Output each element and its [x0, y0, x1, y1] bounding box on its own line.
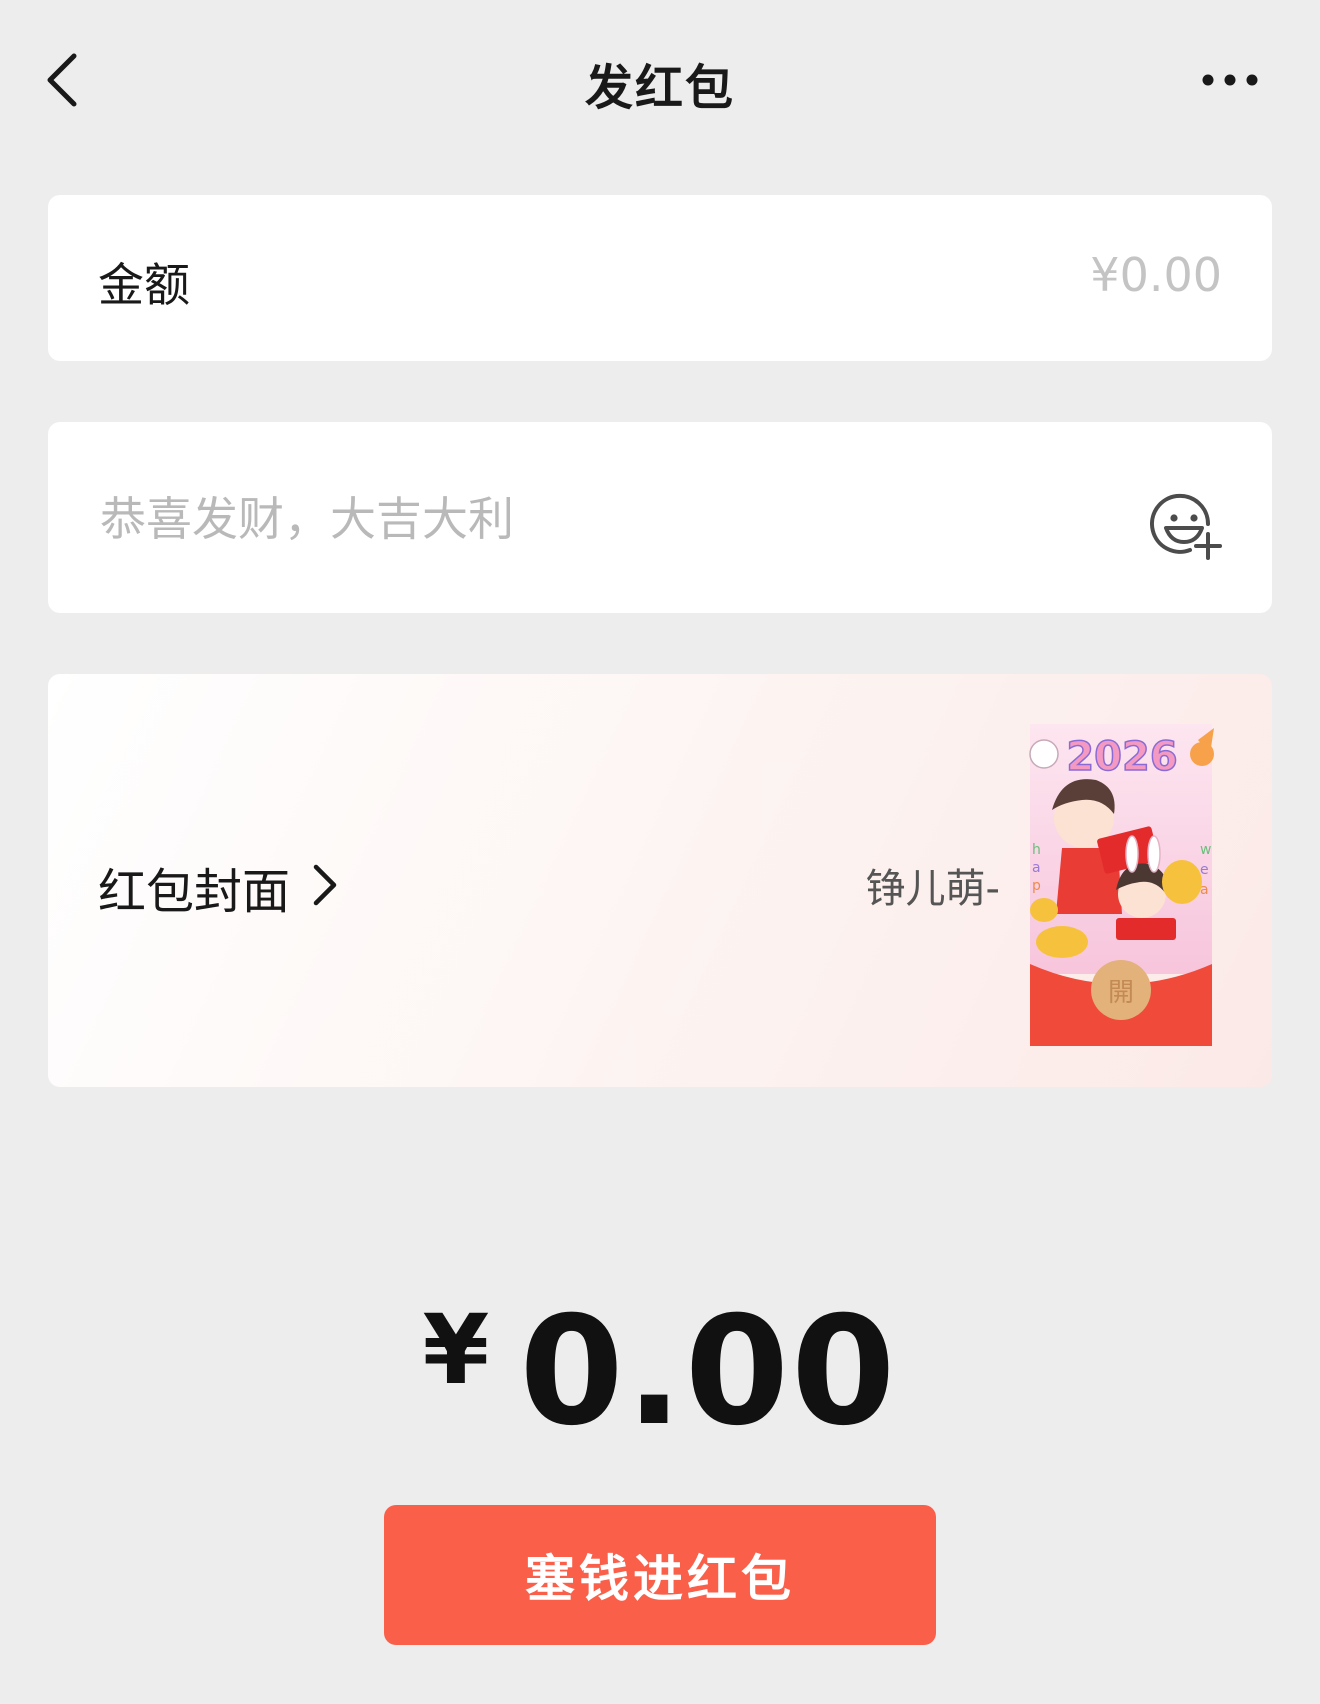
page-title: 发红包	[584, 60, 735, 116]
svg-text:w: w	[1200, 842, 1211, 858]
more-icon[interactable]	[1200, 62, 1260, 98]
svg-text:h: h	[1032, 842, 1041, 858]
svg-text:a: a	[1200, 882, 1209, 898]
cover-thumbnail: 2026 h a p w e a 開	[1029, 724, 1214, 1046]
send-red-packet-screen: 发红包 金额 红包封面 铮儿萌-	[0, 0, 1320, 1704]
svg-text:p: p	[1032, 878, 1041, 894]
amount-input[interactable]	[800, 239, 1224, 311]
total-amount: ¥0.00	[0, 1285, 1320, 1459]
total-value: 0.00	[519, 1285, 898, 1459]
emoji-add-icon[interactable]	[1150, 488, 1226, 564]
amount-card: 金额	[48, 195, 1272, 361]
open-seal-char: 開	[1108, 978, 1134, 1008]
amount-label: 金额	[98, 258, 190, 312]
greeting-input[interactable]	[98, 480, 1062, 558]
greeting-card	[48, 422, 1272, 613]
red-packet-cover-row[interactable]: 红包封面 铮儿萌- 2026 h a p w e a 開	[48, 674, 1272, 1087]
currency-symbol: ¥	[422, 1294, 490, 1406]
cover-year: 2026	[1066, 734, 1177, 780]
cover-author: 铮儿萌-	[865, 866, 1000, 912]
svg-text:a: a	[1032, 860, 1041, 876]
cover-label: 红包封面	[98, 864, 291, 920]
chevron-right-icon	[313, 864, 337, 906]
put-money-button[interactable]: 塞钱进红包	[384, 1505, 936, 1645]
svg-text:e: e	[1200, 862, 1209, 878]
